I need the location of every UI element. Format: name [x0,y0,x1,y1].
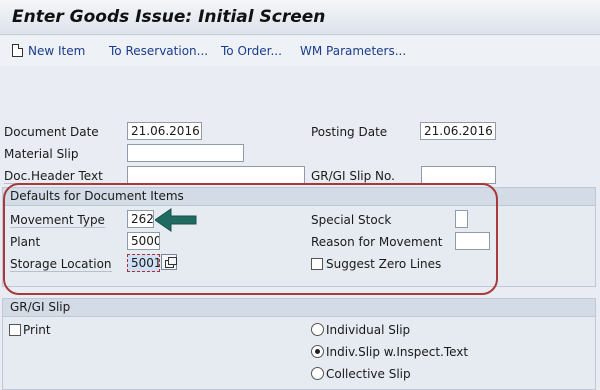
individual-slip-label: Individual Slip [326,323,411,337]
doc-header-text-label: Doc.Header Text [4,169,103,184]
screen-title: Enter Goods Issue: Initial Screen [12,7,326,27]
annotation-arrow-icon [155,208,197,232]
grgi-slip-group: GR/GI Slip [2,298,596,390]
print-label: Print [23,323,51,337]
to-order-button[interactable]: To Order... [221,44,282,58]
doc-header-text-field[interactable] [127,166,305,184]
material-slip-field[interactable] [127,144,244,162]
individual-slip-radio[interactable] [311,323,324,336]
collective-slip-radio[interactable] [311,367,324,380]
material-slip-label: Material Slip [4,147,79,161]
print-checkbox[interactable] [9,324,21,336]
grgi-slip-group-title: GR/GI Slip [3,299,595,317]
new-item-icon[interactable] [12,44,23,57]
document-date-label: Document Date [4,125,99,139]
document-date-field[interactable]: 21.06.2016 [127,122,202,140]
posting-date-field[interactable]: 21.06.2016 [420,122,496,140]
annotation-highlight [3,183,498,295]
grgi-slip-no-field[interactable] [421,166,496,184]
application-toolbar: New Item To Reservation... To Order... W… [0,36,600,66]
wm-parameters-button[interactable]: WM Parameters... [300,44,406,58]
grgi-slip-no-label: GR/GI Slip No. [311,169,395,183]
indiv-slip-inspect-text-radio[interactable] [311,345,324,358]
to-reservation-button[interactable]: To Reservation... [109,44,208,58]
indiv-slip-inspect-text-label: Indiv.Slip w.Inspect.Text [326,345,469,359]
posting-date-label: Posting Date [311,125,388,139]
new-item-button[interactable]: New Item [28,44,85,58]
collective-slip-label: Collective Slip [326,367,411,381]
title-bar: Enter Goods Issue: Initial Screen [0,0,600,35]
